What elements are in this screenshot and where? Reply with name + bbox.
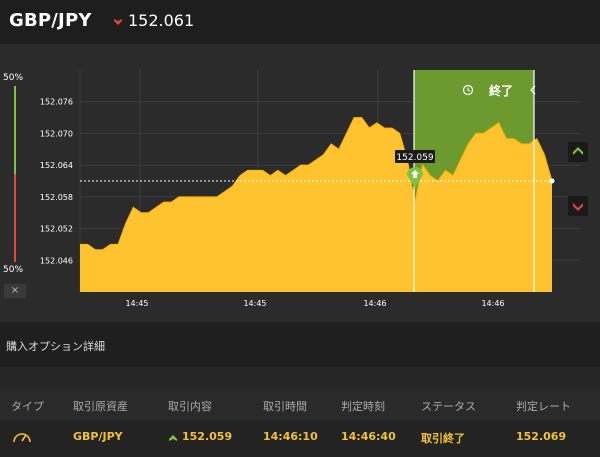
y-tick-label: 152.052	[40, 225, 73, 234]
down-chevron-icon	[573, 203, 583, 211]
cell-trade-time: 14:46:10	[263, 430, 318, 443]
y-tick-label: 152.070	[40, 129, 73, 138]
section-gap	[0, 367, 600, 390]
x-tick-label: 14:46	[363, 299, 386, 308]
y-tick-label: 152.058	[40, 193, 73, 202]
header-judge-rate: 判定レート	[516, 400, 571, 413]
header-asset: 取引原資産	[73, 400, 128, 413]
x-tick-label: 14:45	[243, 299, 266, 308]
up-chevron-icon	[573, 147, 583, 155]
call-button[interactable]	[568, 142, 588, 162]
cell-asset: GBP/JPY	[73, 430, 123, 443]
purchase-details-section: 購入オプション詳細	[0, 322, 600, 367]
x-axis-ticks: 14:45 14:45 14:46 14:46	[125, 299, 504, 308]
entry-rate-label: 152.059	[396, 153, 433, 163]
gauge-icon	[13, 433, 31, 443]
y-tick-label: 152.076	[40, 98, 73, 107]
cell-judge-rate: 152.069	[516, 430, 567, 443]
cell-status: 取引終了	[421, 432, 465, 445]
current-rate-dot	[549, 178, 555, 184]
header-status: ステータス	[421, 400, 476, 413]
expiry-label: 終了	[489, 83, 513, 98]
table-header: タイプ 取引原資産 取引内容 取引時間 判定時刻 ステータス 判定レート	[0, 390, 600, 420]
header-content: 取引内容	[168, 400, 212, 413]
header-trade-time: 取引時間	[263, 400, 307, 413]
options-table: タイプ 取引原資産 取引内容 取引時間 判定時刻 ステータス 判定レート GBP…	[0, 390, 600, 457]
table-row[interactable]: GBP/JPY 152.059 14:46:10 14:46:40 取引終了 1…	[0, 420, 600, 457]
price-area	[80, 117, 552, 292]
x-tick-label: 14:46	[481, 299, 504, 308]
header-judge-time: 判定時刻	[341, 400, 385, 413]
y-tick-label: 152.064	[40, 161, 73, 170]
put-button[interactable]	[568, 196, 588, 216]
cell-judge-time: 14:46:40	[341, 430, 396, 443]
price-chart[interactable]: 152.076 152.070 152.064 152.058 152.052 152.0…	[0, 0, 600, 322]
section-title: 購入オプション詳細	[6, 340, 105, 353]
y-axis-ticks: 152.076 152.070 152.064 152.058 152.052 152.0…	[40, 98, 73, 266]
x-tick-label: 14:45	[125, 299, 148, 308]
up-arrow-icon	[169, 435, 177, 441]
y-tick-label: 152.046	[40, 256, 73, 265]
cell-content: 152.059	[182, 430, 233, 443]
header-type: タイプ	[11, 400, 44, 413]
